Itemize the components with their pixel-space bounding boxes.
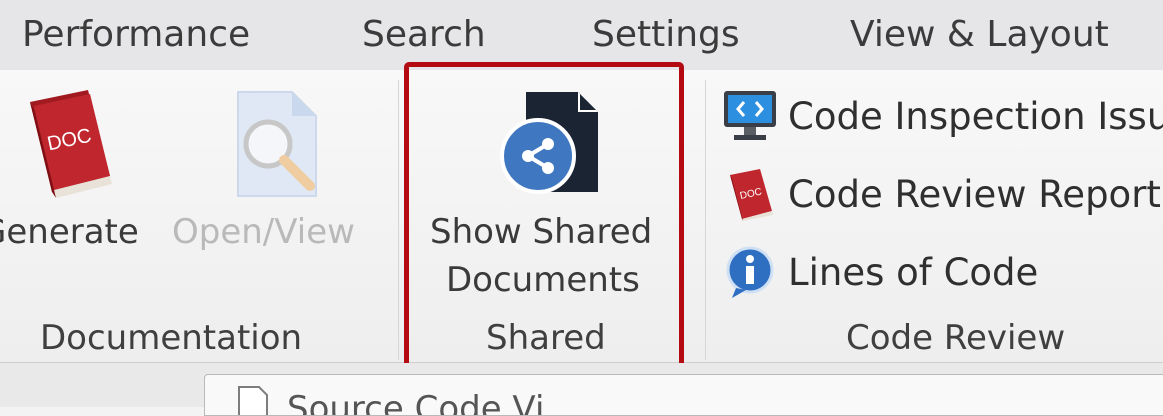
code-review-report-button[interactable]: DOC Code Review Report [722, 164, 1161, 224]
highlight-box [404, 62, 684, 376]
group-label-documentation: Documentation [40, 318, 303, 358]
menu-bar: Performance Search Settings View & Layou… [0, 0, 1163, 71]
open-view-icon [237, 91, 317, 197]
monitor-code-icon [724, 91, 776, 140]
doc-book-icon: DOC [30, 90, 112, 198]
menu-settings[interactable]: Settings [592, 14, 740, 55]
lines-of-code-label: Lines of Code [788, 250, 1039, 294]
group-separator [705, 80, 706, 360]
code-inspection-issues-label: Code Inspection Issu [788, 94, 1163, 138]
document-icon [238, 386, 268, 415]
menu-search[interactable]: Search [362, 14, 486, 55]
menu-view-layout[interactable]: View & Layout [850, 14, 1109, 55]
group-separator [398, 80, 399, 360]
code-inspection-issues-button[interactable]: Code Inspection Issu [722, 86, 1163, 146]
document-tab[interactable]: Source Code Vi [204, 374, 1163, 416]
lines-of-code-button[interactable]: Lines of Code [722, 242, 1038, 302]
generate-label: Generate [0, 212, 139, 252]
menu-performance[interactable]: Performance [22, 14, 250, 55]
document-tab-label: Source Code Vi [287, 389, 545, 416]
info-icon [726, 246, 774, 298]
group-label-code-review: Code Review [846, 318, 1066, 358]
generate-button[interactable]: DOC Generate [0, 82, 150, 262]
code-review-report-label: Code Review Report [788, 172, 1161, 216]
doc-book-small-icon: DOC [730, 169, 773, 221]
open-view-label: Open/View [172, 212, 355, 252]
open-view-button[interactable]: Open/View [168, 82, 383, 262]
